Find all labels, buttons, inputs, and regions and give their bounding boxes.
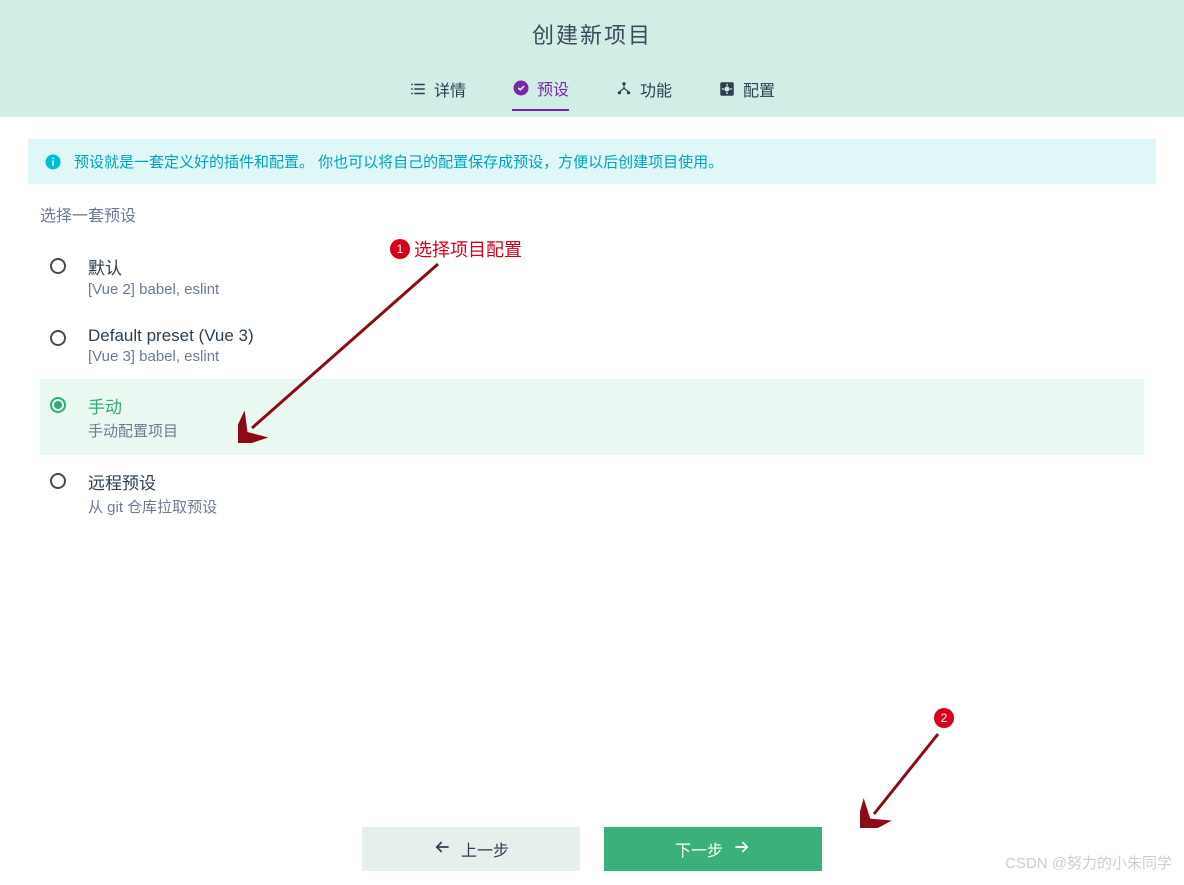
- tab-label: 配置: [743, 77, 775, 101]
- radio-icon: [50, 397, 66, 413]
- check-circle-icon: [512, 79, 530, 97]
- next-label: 下一步: [675, 837, 723, 861]
- preset-list: 默认 [Vue 2] babel, eslint Default preset …: [40, 240, 1144, 531]
- preset-subtitle: [Vue 3] babel, eslint: [88, 348, 254, 365]
- arrow-two-icon: [860, 728, 950, 828]
- tabs: 详情 预设 功能 配置: [0, 76, 1184, 111]
- preset-option-remote[interactable]: 远程预设 从 git 仓库拉取预设: [40, 455, 1144, 531]
- preset-section: 选择一套预设 默认 [Vue 2] babel, eslint Default …: [0, 184, 1184, 531]
- radio-icon: [50, 258, 66, 274]
- preset-option-manual[interactable]: 手动 手动配置项目: [40, 379, 1144, 455]
- tab-label: 预设: [537, 76, 569, 100]
- tab-features[interactable]: 功能: [615, 76, 672, 111]
- list-icon: [409, 80, 427, 98]
- header: 创建新项目 详情 预设 功能 配置: [0, 0, 1184, 117]
- footer: 上一步 下一步: [0, 827, 1184, 871]
- tab-label: 详情: [434, 77, 466, 101]
- radio-icon: [50, 473, 66, 489]
- prev-button[interactable]: 上一步: [362, 827, 580, 871]
- preset-title: 手动: [88, 393, 178, 418]
- preset-subtitle: 手动配置项目: [88, 420, 178, 441]
- tab-presets[interactable]: 预设: [512, 76, 569, 111]
- preset-title: Default preset (Vue 3): [88, 326, 254, 346]
- preset-title: 默认: [88, 254, 219, 279]
- preset-option-default[interactable]: 默认 [Vue 2] babel, eslint: [40, 240, 1144, 312]
- info-icon: [44, 153, 62, 171]
- arrow-right-icon: [733, 838, 751, 861]
- network-icon: [615, 80, 633, 98]
- info-text: 预设就是一套定义好的插件和配置。 你也可以将自己的配置保存成预设，方便以后创建项…: [74, 151, 723, 172]
- preset-subtitle: 从 git 仓库拉取预设: [88, 496, 217, 517]
- prev-label: 上一步: [461, 837, 509, 861]
- preset-subtitle: [Vue 2] babel, eslint: [88, 281, 219, 298]
- next-button[interactable]: 下一步: [604, 827, 822, 871]
- annotation-two: 2: [934, 708, 954, 728]
- tab-details[interactable]: 详情: [409, 76, 466, 111]
- arrow-left-icon: [433, 838, 451, 861]
- radio-icon: [50, 330, 66, 346]
- preset-title: 远程预设: [88, 469, 217, 494]
- page-title: 创建新项目: [0, 0, 1184, 50]
- tab-label: 功能: [640, 77, 672, 101]
- tab-config[interactable]: 配置: [718, 76, 775, 111]
- preset-option-vue3[interactable]: Default preset (Vue 3) [Vue 3] babel, es…: [40, 312, 1144, 379]
- info-banner: 预设就是一套定义好的插件和配置。 你也可以将自己的配置保存成预设，方便以后创建项…: [28, 139, 1156, 184]
- section-title: 选择一套预设: [40, 202, 1144, 226]
- gear-icon: [718, 80, 736, 98]
- annotation-badge: 2: [934, 708, 954, 728]
